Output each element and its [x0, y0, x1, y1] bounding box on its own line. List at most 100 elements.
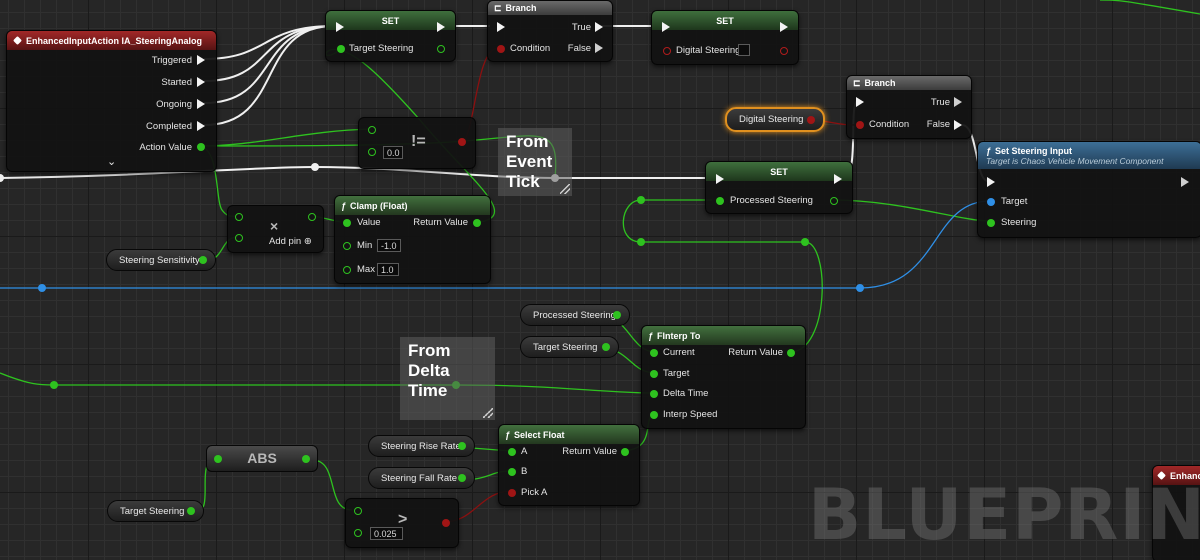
float-in-pin[interactable]	[650, 370, 658, 378]
float-wire	[197, 128, 373, 147]
value-input[interactable]: 0.0	[383, 146, 403, 159]
node-header: ⊏ Branch	[847, 76, 971, 90]
float-out-pin[interactable]	[302, 455, 310, 463]
float-in-pin[interactable]	[508, 448, 516, 456]
float-in-pin[interactable]	[368, 148, 376, 156]
target-steering-variable-2[interactable]: Target Steering	[107, 500, 204, 522]
object-in-pin[interactable]	[987, 198, 995, 206]
exec-out-pin[interactable]	[1181, 177, 1189, 187]
exec-out-pin[interactable]	[834, 174, 842, 184]
float-out-pin[interactable]	[197, 143, 205, 151]
bool-in-pin[interactable]	[856, 121, 864, 129]
pin-label: True	[571, 22, 591, 33]
float-out-pin[interactable]	[458, 474, 466, 482]
resize-handle-icon[interactable]	[483, 408, 493, 418]
exec-out-pin[interactable]	[595, 43, 603, 53]
max-value-input[interactable]: 1.0	[377, 263, 399, 276]
exec-out-pin[interactable]	[954, 97, 962, 107]
float-in-pin[interactable]	[368, 126, 376, 134]
abs-node[interactable]: ABS	[206, 445, 318, 472]
exec-in-pin[interactable]	[856, 97, 864, 107]
exec-in-pin[interactable]	[662, 22, 670, 32]
not-equal-node[interactable]: 0.0 !=	[358, 117, 476, 169]
set-target-steering-node[interactable]: SET Target Steering	[325, 10, 456, 62]
bool-in-pin[interactable]	[497, 45, 505, 53]
input-action-node[interactable]: EnhancedInputAction IA_SteeringAnalog Tr…	[6, 30, 217, 172]
float-in-pin[interactable]	[354, 529, 362, 537]
float-in-pin[interactable]	[354, 507, 362, 515]
exec-out-pin[interactable]	[954, 120, 962, 130]
branch-node-2[interactable]: ⊏ Branch True Condition False	[846, 75, 972, 139]
float-in-pin[interactable]	[508, 468, 516, 476]
exec-out-pin[interactable]	[595, 22, 603, 32]
exec-in-pin[interactable]	[987, 177, 995, 187]
float-in-pin[interactable]	[650, 390, 658, 398]
pin-label: Min	[357, 240, 373, 251]
branch-node[interactable]: ⊏ Branch True Condition False	[487, 0, 613, 62]
node-title: SET	[716, 15, 734, 26]
multiply-node[interactable]: × Add pin ⊕	[227, 205, 324, 253]
exec-wire	[203, 25, 335, 126]
resize-handle-icon[interactable]	[560, 184, 570, 194]
float-out-pin[interactable]	[308, 213, 316, 221]
select-float-node[interactable]: ƒ Select Float A Return Value B Pick A	[498, 424, 640, 506]
float-out-pin[interactable]	[187, 507, 195, 515]
float-in-pin[interactable]	[235, 213, 243, 221]
float-out-pin[interactable]	[830, 197, 838, 205]
exec-out-pin[interactable]	[197, 55, 205, 65]
float-in-pin[interactable]	[987, 219, 995, 227]
exec-out-pin[interactable]	[197, 99, 205, 109]
float-out-pin[interactable]	[437, 45, 445, 53]
bool-in-pin[interactable]	[663, 47, 671, 55]
float-in-pin[interactable]	[337, 45, 345, 53]
float-out-pin[interactable]	[602, 343, 610, 351]
exec-in-pin[interactable]	[336, 22, 344, 32]
set-digital-steering-node[interactable]: SET Digital Steering	[651, 10, 799, 65]
set-processed-steering-node[interactable]: SET Processed Steering	[705, 161, 853, 214]
steering-rise-rate-variable[interactable]: Steering Rise Rate	[368, 435, 475, 457]
exec-out-pin[interactable]	[197, 77, 205, 87]
float-out-pin[interactable]	[473, 219, 481, 227]
float-in-pin[interactable]	[650, 349, 658, 357]
bool-out-pin[interactable]	[807, 116, 815, 124]
bool-in-pin[interactable]	[508, 489, 516, 497]
expand-arrow-icon[interactable]: ⌄	[107, 155, 116, 168]
comment-delta-time[interactable]: From Delta Time	[400, 337, 495, 420]
processed-steering-variable[interactable]: Processed Steering	[520, 304, 630, 326]
float-in-pin[interactable]	[343, 219, 351, 227]
exec-in-pin[interactable]	[716, 174, 724, 184]
float-in-pin[interactable]	[343, 266, 351, 274]
target-steering-variable[interactable]: Target Steering	[520, 336, 619, 358]
float-out-pin[interactable]	[621, 448, 629, 456]
node-header: ⊏ Branch	[488, 1, 612, 15]
float-in-pin[interactable]	[650, 411, 658, 419]
clamp-float-node[interactable]: ƒ Clamp (Float) Value Return Value Min -1…	[334, 195, 491, 284]
blueprint-graph-canvas[interactable]: From Event Tick From Delta Time Enhanced…	[0, 0, 1200, 560]
digital-steering-variable[interactable]: Digital Steering	[725, 107, 825, 132]
float-out-pin[interactable]	[199, 256, 207, 264]
comment-event-tick[interactable]: From Event Tick	[498, 128, 572, 196]
min-value-input[interactable]: -1.0	[377, 239, 401, 252]
float-out-pin[interactable]	[787, 349, 795, 357]
float-in-pin[interactable]	[214, 455, 222, 463]
float-in-pin[interactable]	[716, 197, 724, 205]
finterp-to-node[interactable]: ƒ FInterp To Current Return Value Target …	[641, 325, 806, 429]
float-out-pin[interactable]	[458, 442, 466, 450]
steering-fall-rate-variable[interactable]: Steering Fall Rate	[368, 467, 475, 489]
exec-out-pin[interactable]	[780, 22, 788, 32]
bool-out-pin[interactable]	[458, 138, 466, 146]
greater-than-node[interactable]: 0.025 >	[345, 498, 459, 548]
pin-label: Digital Steering	[676, 45, 741, 56]
add-pin-button[interactable]: Add pin ⊕	[269, 236, 312, 247]
steering-sensitivity-variable[interactable]: Steering Sensitivity	[106, 249, 216, 271]
set-steering-input-node[interactable]: ƒ Set Steering Input Target is Chaos Vehi…	[977, 141, 1200, 238]
bool-out-pin[interactable]	[780, 47, 788, 55]
float-out-pin[interactable]	[613, 311, 621, 319]
float-in-pin[interactable]	[343, 242, 351, 250]
float-in-pin[interactable]	[235, 234, 243, 242]
checkbox[interactable]	[738, 44, 750, 56]
exec-out-pin[interactable]	[197, 121, 205, 131]
exec-out-pin[interactable]	[437, 22, 445, 32]
bool-out-pin[interactable]	[442, 519, 450, 527]
exec-in-pin[interactable]	[497, 22, 505, 32]
